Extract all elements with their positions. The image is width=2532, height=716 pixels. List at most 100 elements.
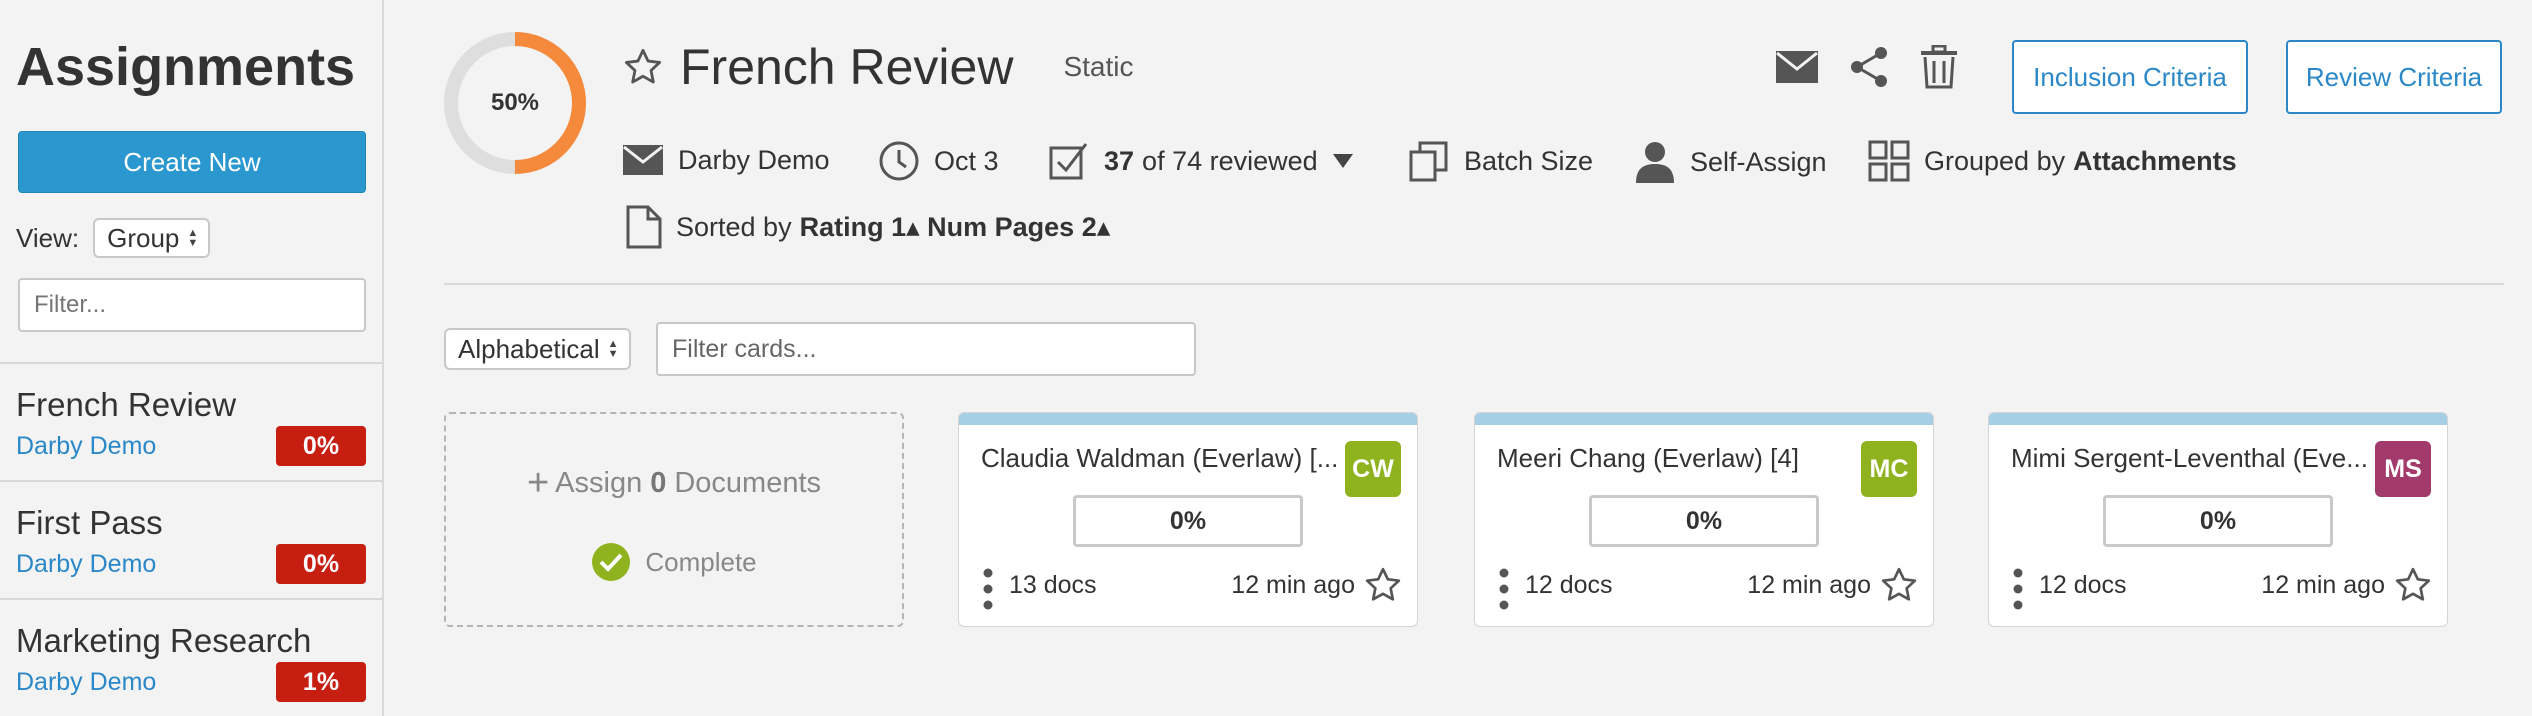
star-icon[interactable] <box>2393 565 2433 605</box>
header-divider <box>444 283 2504 285</box>
complete-status: Complete <box>446 542 902 582</box>
avatar: MC <box>1861 441 1917 497</box>
reviewer-name: Claudia Waldman (Everlaw) [... <box>981 443 1339 473</box>
vertical-dots-icon[interactable] <box>983 567 993 611</box>
card-color-bar <box>959 413 1417 425</box>
vertical-dots-icon[interactable] <box>1499 567 1509 611</box>
star-icon[interactable] <box>1879 565 1919 605</box>
assignment-list: French Review Darby Demo 0% First Pass D… <box>0 362 382 716</box>
card-color-bar <box>1475 413 1933 425</box>
assignment-name: Marketing Research <box>16 622 312 659</box>
view-row: View: Group ▲ ▼ <box>16 218 211 258</box>
inclusion-criteria-button[interactable]: Inclusion Criteria <box>2012 40 2248 114</box>
reviewer-card[interactable]: Meeri Chang (Everlaw) [4] MC 0% 12 docs … <box>1474 412 1934 627</box>
envelope-icon <box>1776 51 1818 83</box>
sidebar: Assignments Create New View: Group ▲▼ Fr… <box>0 0 384 716</box>
assign-documents-card[interactable]: + Assign 0 Documents Complete <box>444 412 904 627</box>
document-icon <box>626 205 662 249</box>
assignment-owner-link[interactable]: Darby Demo <box>16 432 156 461</box>
view-label: View: <box>16 222 80 253</box>
self-assign-label: Self-Assign <box>1690 146 1827 177</box>
assignment-type: Static <box>1063 51 1134 82</box>
assignment-name: French Review <box>16 386 237 423</box>
select-arrows-icon: ▲ ▼ <box>607 338 619 360</box>
vertical-dots-icon[interactable] <box>2013 567 2023 611</box>
view-select-value: Group <box>107 222 180 253</box>
batch-size-button[interactable]: Batch Size <box>1408 140 1593 182</box>
reviewed-text: of 74 reviewed <box>1142 145 1318 176</box>
owner-name: Darby Demo <box>678 144 830 175</box>
sidebar-filter-input[interactable] <box>18 278 366 332</box>
date-info: Oct 3 <box>878 140 999 182</box>
card-timestamp: 12 min ago <box>1747 571 1871 599</box>
assignment-owner-link[interactable]: Darby Demo <box>16 668 156 697</box>
assign-suffix: Documents <box>674 466 822 499</box>
grid-icon <box>1868 140 1910 182</box>
reviewer-name: Mimi Sergent-Leventhal (Eve... <box>2011 443 2368 473</box>
star-icon[interactable] <box>622 46 664 88</box>
assignment-item[interactable]: First Pass Darby Demo 0% <box>0 480 382 598</box>
review-criteria-button[interactable]: Review Criteria <box>2286 40 2502 114</box>
create-new-button[interactable]: Create New <box>18 131 366 193</box>
view-select[interactable]: Group ▲ ▼ <box>93 218 211 258</box>
copy-icon <box>1409 141 1448 182</box>
card-percent: 0% <box>1073 495 1303 547</box>
reviewed-count: 37 <box>1104 145 1135 176</box>
card-doc-count: 13 docs <box>1009 571 1097 599</box>
caret-down-icon <box>1332 154 1353 168</box>
batch-size-label: Batch Size <box>1464 145 1594 176</box>
reviewer-card[interactable]: Claudia Waldman (Everlaw) [... CW 0% 13 … <box>958 412 1418 627</box>
card-percent: 0% <box>1589 495 1819 547</box>
avatar: MS <box>2375 441 2431 497</box>
progress-percent: 50% <box>490 89 540 116</box>
share-button[interactable] <box>1846 44 1892 90</box>
select-arrows-icon: ▲ ▼ <box>187 227 199 249</box>
assign-documents-line: + Assign 0 Documents <box>446 464 902 502</box>
sorted-by-value: Rating 1▴ Num Pages 2▴ <box>799 211 1111 242</box>
title-row: French Review Static <box>622 38 1133 96</box>
clock-icon <box>879 141 919 181</box>
card-percent: 0% <box>2103 495 2333 547</box>
reviewer-card[interactable]: Mimi Sergent-Leventhal (Eve... MS 0% 12 … <box>1988 412 2448 627</box>
card-timestamp: 12 min ago <box>2261 571 2385 599</box>
check-circle-icon <box>592 543 631 581</box>
plus-icon: + <box>526 462 550 504</box>
avatar: CW <box>1345 441 1401 497</box>
assignment-percent-badge: 1% <box>276 662 366 702</box>
assignment-date: Oct 3 <box>934 145 999 176</box>
reviewer-name: Meeri Chang (Everlaw) [4] <box>1497 443 1799 473</box>
checkbox-check-icon <box>1049 143 1088 180</box>
self-assign-button[interactable]: Self-Assign <box>1634 140 1827 184</box>
star-icon[interactable] <box>1363 565 1403 605</box>
grouped-by-value: Attachments <box>2073 145 2237 176</box>
sorted-by-prefix: Sorted by <box>676 211 792 242</box>
assignment-item[interactable]: Marketing Research Darby Demo 1% <box>0 598 382 716</box>
sorted-by-info[interactable]: Sorted by Rating 1▴ Num Pages 2▴ <box>626 205 1110 249</box>
complete-label: Complete <box>645 546 757 577</box>
reviewed-dropdown[interactable]: 37 of 74 reviewed <box>1048 140 1354 182</box>
assignment-percent-badge: 0% <box>276 426 366 466</box>
share-icon <box>1851 47 1887 87</box>
grouped-by-prefix: Grouped by <box>1924 145 2066 176</box>
assignment-owner-link[interactable]: Darby Demo <box>16 550 156 579</box>
filter-cards-input[interactable] <box>656 322 1196 376</box>
card-doc-count: 12 docs <box>1525 571 1613 599</box>
owner-info[interactable]: Darby Demo <box>622 144 830 176</box>
grouped-by-info[interactable]: Grouped by Attachments <box>1868 140 2237 182</box>
sidebar-title: Assignments <box>16 37 356 97</box>
envelope-icon <box>623 145 663 175</box>
assignment-name: First Pass <box>16 504 163 541</box>
card-doc-count: 12 docs <box>2039 571 2127 599</box>
assignment-item[interactable]: French Review Darby Demo 0% <box>0 362 382 480</box>
card-timestamp: 12 min ago <box>1231 571 1355 599</box>
user-icon <box>1636 142 1674 183</box>
sort-select[interactable]: Alphabetical ▲ ▼ <box>444 328 631 370</box>
sort-select-value: Alphabetical <box>458 333 600 364</box>
assign-count: 0 <box>650 466 667 499</box>
assign-prefix: Assign <box>555 466 643 499</box>
assignment-percent-badge: 0% <box>276 544 366 584</box>
page-title: French Review <box>680 39 1014 95</box>
delete-button[interactable] <box>1916 44 1962 90</box>
trash-icon <box>1921 45 1957 89</box>
email-button[interactable] <box>1774 44 1820 90</box>
